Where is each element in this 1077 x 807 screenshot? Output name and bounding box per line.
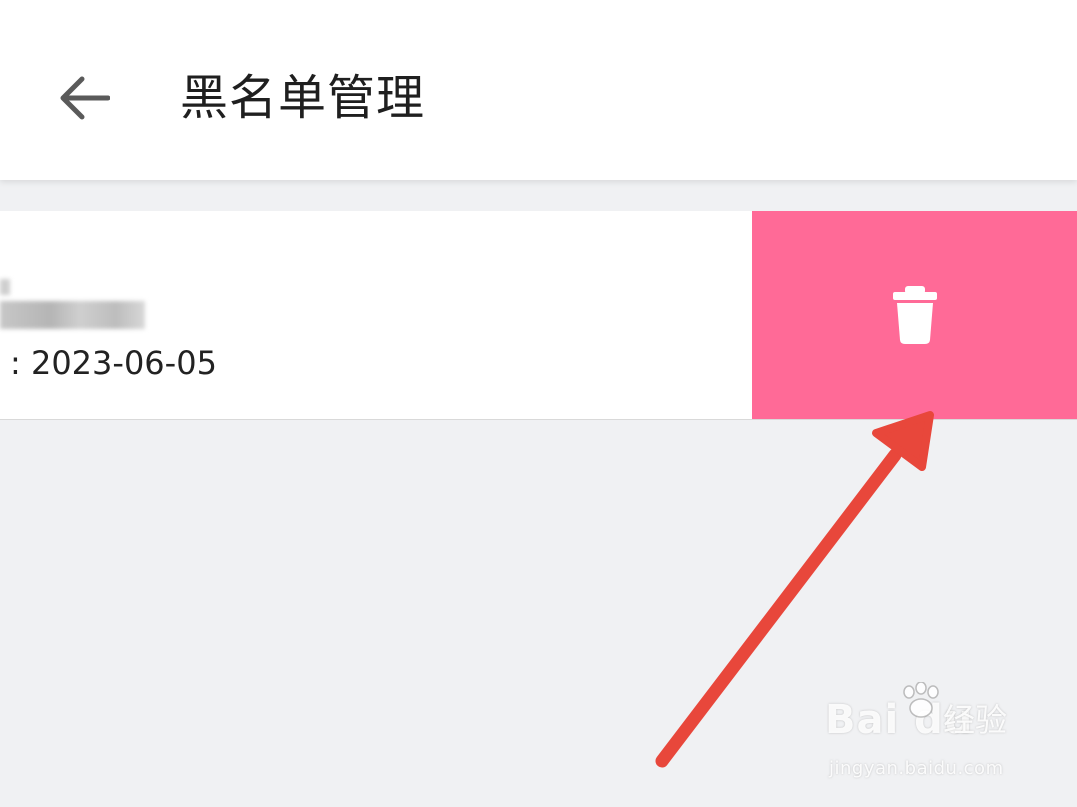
baidu-jingyan-watermark: Bai du 经验 jingyan.baidu.com — [825, 682, 1065, 788]
blacklist-row-content[interactable]: : 2023-06-05 — [0, 211, 752, 419]
watermark-url: jingyan.baidu.com — [829, 758, 1004, 779]
watermark-suffix-text: 经验 — [943, 701, 1008, 739]
back-button[interactable] — [50, 66, 118, 130]
blacklist-row[interactable]: : 2023-06-05 — [0, 211, 1077, 420]
blocked-date: : 2023-06-05 — [10, 344, 217, 382]
blurred-contact-name — [0, 251, 190, 331]
screen: 黑名单管理 : 2023-06-05 Bai du 经验 jingyan.bai… — [0, 0, 1077, 807]
trash-icon — [892, 286, 937, 344]
top-app-bar: 黑名单管理 — [0, 0, 1077, 180]
page-title: 黑名单管理 — [180, 70, 426, 126]
delete-button[interactable] — [752, 211, 1077, 419]
arrow-left-icon — [60, 76, 110, 120]
